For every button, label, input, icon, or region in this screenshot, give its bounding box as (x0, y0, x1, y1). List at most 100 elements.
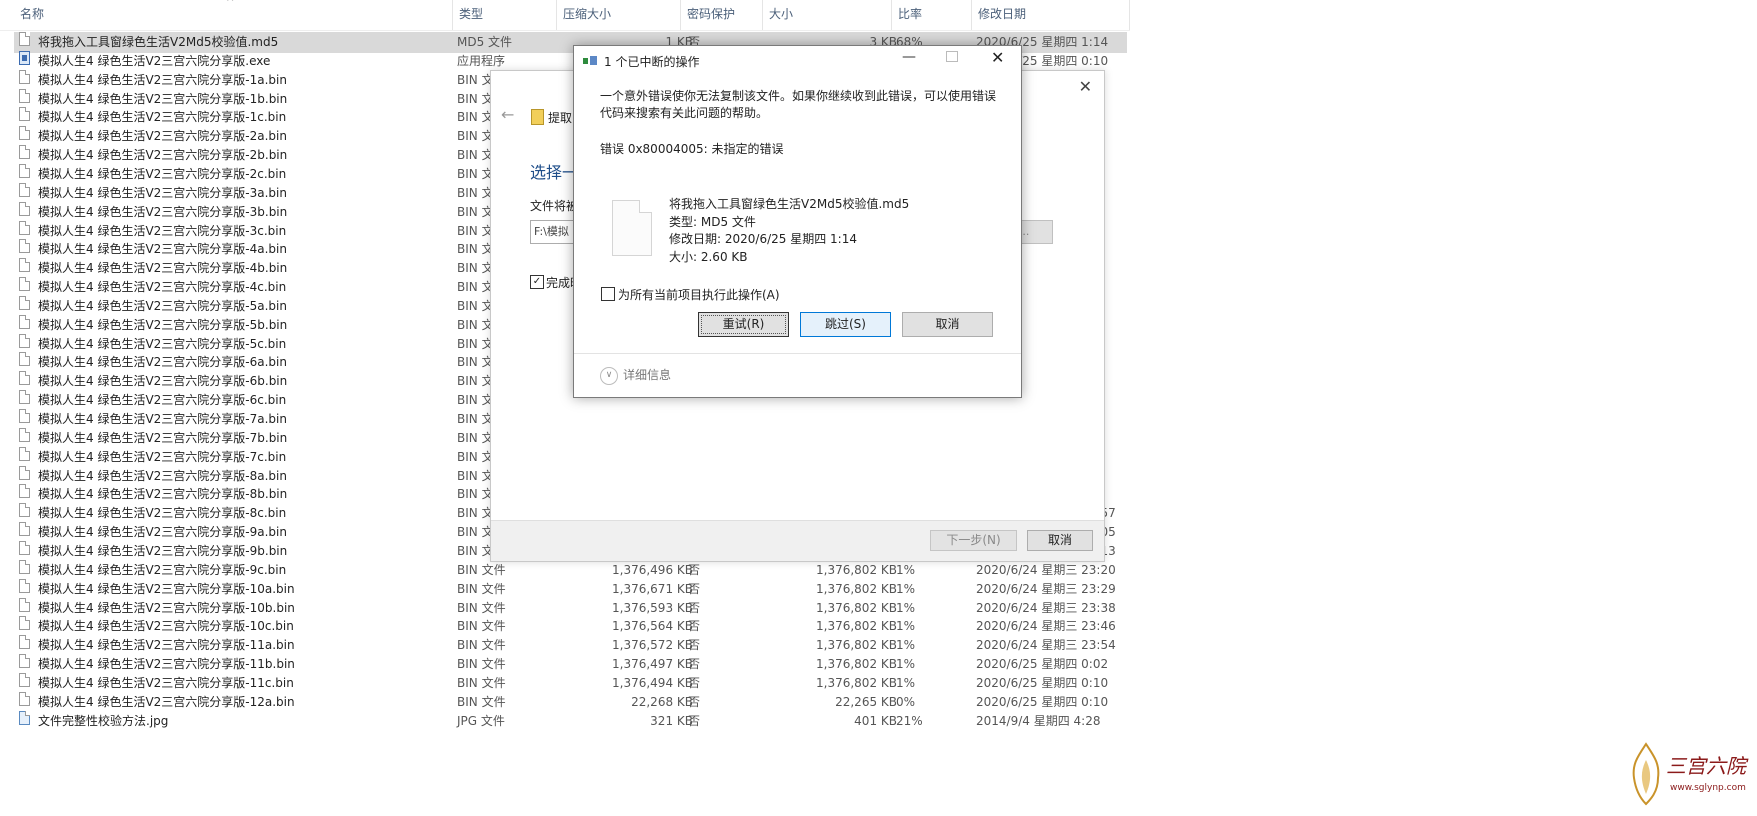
file-name-cell: 模拟人生4 绿色生活V2三宫六院分享版-1b.bin (38, 91, 288, 106)
file-icon (19, 390, 30, 405)
modified-date-cell: 2020/6/24 星期三 23:29 (976, 581, 1116, 596)
divider (574, 353, 1021, 354)
details-toggle[interactable]: ∨ 详细信息 (600, 366, 671, 385)
file-type-cell: BIN 文件 (457, 581, 506, 596)
cancel-button[interactable]: 取消 (902, 312, 993, 337)
size-cell: 401 KB (854, 713, 897, 728)
dialog-title: 1 个已中断的操作 (604, 55, 700, 69)
table-row[interactable]: 模拟人生4 绿色生活V2三宫六院分享版-9c.bin BIN 文件 1,376,49… (14, 559, 1127, 581)
ratio-cell: 1% (896, 675, 916, 690)
password-cell: 否 (688, 675, 701, 690)
show-files-checkbox[interactable]: ✓ (530, 275, 544, 289)
wizard-heading: 选择一 (530, 163, 579, 182)
file-type-cell: 应用程序 (457, 53, 506, 68)
file-name-cell: 模拟人生4 绿色生活V2三宫六院分享版-11c.bin (38, 675, 294, 690)
column-header-compressed[interactable]: 压缩大小 (557, 0, 681, 30)
apply-to-all-checkbox[interactable] (601, 287, 615, 301)
file-name-cell: 模拟人生4 绿色生活V2三宫六院分享版-7b.bin (38, 430, 288, 445)
table-row[interactable]: 模拟人生4 绿色生活V2三宫六院分享版-12a.bin BIN 文件 22,268 … (14, 691, 1127, 713)
file-name-cell: 模拟人生4 绿色生活V2三宫六院分享版-11b.bin (38, 657, 295, 672)
compressed-size-cell: 1,376,497 KB (612, 657, 693, 672)
size-cell: 1,376,802 KB (816, 562, 897, 577)
column-header-type[interactable]: 类型 (453, 0, 557, 30)
ratio-cell: 1% (896, 638, 916, 653)
file-icon (19, 578, 30, 593)
wizard-footer: 下一步(N) 取消 (491, 520, 1104, 561)
chevron-down-icon: ∨ (600, 366, 618, 385)
jpg-icon (19, 710, 30, 725)
ratio-cell: 1% (896, 562, 916, 577)
file-icon (19, 126, 30, 141)
file-name-cell: 模拟人生4 绿色生活V2三宫六院分享版-4a.bin (38, 242, 287, 257)
skip-button[interactable]: 跳过(S) (800, 312, 891, 337)
close-icon[interactable]: ✕ (1079, 77, 1092, 96)
maximize-icon (946, 51, 958, 62)
file-icon (19, 672, 30, 687)
table-row[interactable]: 模拟人生4 绿色生活V2三宫六院分享版-10a.bin BIN 文件 1,376,6… (14, 578, 1127, 600)
column-header-modified[interactable]: 修改日期 (972, 0, 1130, 30)
file-icon (19, 258, 30, 273)
size-cell: 1,376,802 KB (816, 581, 897, 596)
minimize-icon[interactable]: — (902, 49, 916, 65)
file-icon (19, 182, 30, 197)
column-header-row: 名称 ^ 类型 压缩大小 密码保护 大小 比率 修改日期 (0, 0, 1130, 31)
table-row[interactable]: 模拟人生4 绿色生活V2三宫六院分享版-11a.bin BIN 文件 1,376,5… (14, 635, 1127, 656)
file-name-cell: 模拟人生4 绿色生活V2三宫六院分享版-10a.bin (38, 581, 295, 596)
ratio-cell: 1% (896, 581, 916, 596)
file-icon (19, 503, 30, 518)
column-header-password[interactable]: 密码保护 (681, 0, 763, 30)
file-name-cell: 模拟人生4 绿色生活V2三宫六院分享版-10b.bin (38, 600, 295, 615)
copy-operation-icon (583, 56, 597, 66)
back-arrow-icon[interactable]: ← (501, 105, 514, 124)
close-icon[interactable]: ✕ (991, 48, 1004, 67)
file-icon (19, 163, 30, 178)
file-icon (19, 559, 30, 574)
file-name-cell: 模拟人生4 绿色生活V2三宫六院分享版-5c.bin (38, 336, 287, 351)
document-icon (612, 200, 652, 256)
dialog-titlebar[interactable]: 1 个已中断的操作 — ✕ (574, 46, 1021, 76)
file-name-cell: 模拟人生4 绿色生活V2三宫六院分享版-9c.bin (38, 562, 287, 577)
file-name-cell: 模拟人生4 绿色生活V2三宫六院分享版-10c.bin (38, 619, 294, 634)
file-type-cell: BIN 文件 (457, 694, 506, 709)
table-row[interactable]: 模拟人生4 绿色生活V2三宫六院分享版-11b.bin BIN 文件 1,376,4… (14, 654, 1127, 675)
password-cell: 否 (688, 562, 701, 577)
watermark-url: www.sglynp.com (1670, 783, 1746, 793)
wizard-cancel-button[interactable]: 取消 (1027, 530, 1093, 551)
file-name-cell: 模拟人生4 绿色生活V2三宫六院分享版-11a.bin (38, 638, 295, 653)
file-type: 类型: MD5 文件 (669, 214, 756, 229)
interrupted-operation-dialog: 1 个已中断的操作 — ✕ 一个意外错误使你无法复制该文件。如果你继续收到此错误… (573, 45, 1022, 398)
modified-date-cell: 2020/6/25 星期四 0:02 (976, 657, 1109, 672)
retry-button[interactable]: 重试(R) (698, 312, 789, 337)
modified-date-cell: 2014/9/4 星期四 4:28 (976, 713, 1101, 728)
column-modified-label: 修改日期 (978, 7, 1027, 21)
next-button[interactable]: 下一步(N) (930, 530, 1017, 551)
file-icon (19, 220, 30, 235)
size-cell: 22,265 KB (835, 694, 897, 709)
file-type-cell: JPG 文件 (457, 713, 505, 728)
file-icon (19, 691, 30, 706)
compressed-size-cell: 22,268 KB (631, 694, 693, 709)
file-name-cell: 模拟人生4 绿色生活V2三宫六院分享版-7a.bin (38, 412, 287, 426)
table-row[interactable]: 模拟人生4 绿色生活V2三宫六院分享版-11c.bin BIN 文件 1,376,4… (14, 672, 1127, 694)
column-header-ratio[interactable]: 比率 (892, 0, 972, 30)
ratio-cell: 0% (896, 694, 916, 709)
file-icon (19, 635, 30, 650)
file-icon (19, 32, 30, 46)
compressed-size-cell: 1,376,671 KB (612, 581, 693, 596)
password-cell: 否 (688, 657, 701, 672)
modified-date-cell: 2020/6/24 星期三 23:46 (976, 619, 1116, 634)
file-icon (19, 484, 30, 499)
file-icon (19, 409, 30, 423)
table-row[interactable]: 模拟人生4 绿色生活V2三宫六院分享版-10c.bin BIN 文件 1,376,5… (14, 616, 1127, 637)
exe-icon (19, 50, 30, 65)
file-name-cell: 模拟人生4 绿色生活V2三宫六院分享版-12a.bin (38, 694, 295, 709)
compressed-size-cell: 1,376,496 KB (612, 562, 693, 577)
table-row[interactable]: 文件完整性校验方法.jpg JPG 文件 321 KB 否 401 KB 21% 2014/… (14, 710, 1127, 732)
file-icon (19, 239, 30, 254)
column-header-size[interactable]: 大小 (763, 0, 892, 30)
table-row[interactable]: 模拟人生4 绿色生活V2三宫六院分享版-10b.bin BIN 文件 1,376,5… (14, 597, 1127, 619)
password-cell: 否 (688, 694, 701, 709)
file-name-cell: 模拟人生4 绿色生活V2三宫六院分享版-9a.bin (38, 525, 287, 540)
modified-date-cell: 2020/6/24 星期三 23:38 (976, 600, 1116, 615)
file-type-cell: BIN 文件 (457, 675, 506, 690)
